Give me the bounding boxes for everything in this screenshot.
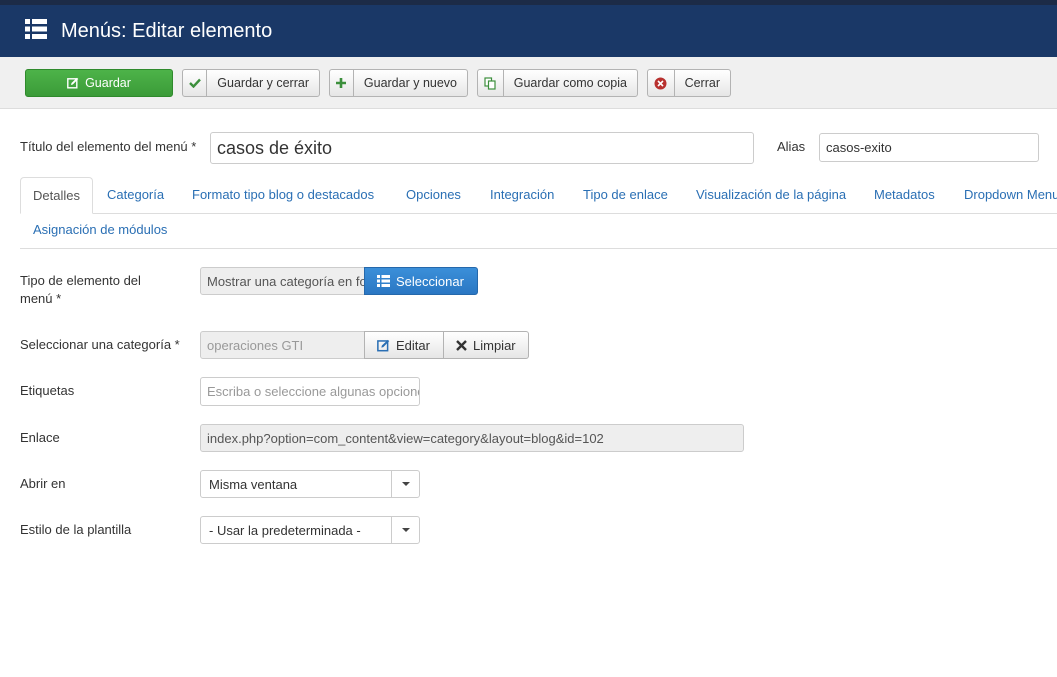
close-circle-icon bbox=[654, 77, 667, 89]
open-in-select[interactable]: Misma ventana bbox=[200, 470, 420, 498]
list-icon bbox=[25, 19, 47, 39]
toolbar: Guardar Guardar y cerrar Guardar y nuevo… bbox=[0, 57, 1057, 109]
chevron-down-icon bbox=[391, 517, 419, 543]
tags-label: Etiquetas bbox=[20, 383, 75, 398]
times-icon bbox=[456, 339, 467, 351]
page-header: Menús: Editar elemento bbox=[0, 5, 1057, 57]
edit-category-label: Editar bbox=[396, 337, 430, 353]
menu-type-field: Mostrar una categoría en forma de blog bbox=[200, 267, 366, 295]
tab-metadatos[interactable]: Metadatos bbox=[874, 187, 935, 202]
save-close-label: Guardar y cerrar bbox=[217, 76, 309, 90]
template-style-select[interactable]: - Usar la predeterminada - bbox=[200, 516, 420, 544]
type-label-line2: menú * bbox=[20, 291, 62, 306]
category-field: operaciones GTI bbox=[200, 331, 365, 359]
title-label: Título del elemento del menú * bbox=[20, 139, 197, 154]
edit-category-button[interactable]: Editar bbox=[364, 331, 444, 359]
list-icon bbox=[377, 275, 390, 287]
tab-categoria[interactable]: Categoría bbox=[107, 187, 164, 202]
tabs-divider-2 bbox=[20, 248, 1057, 249]
close-button[interactable]: Cerrar bbox=[647, 69, 731, 97]
open-in-label: Abrir en bbox=[20, 476, 66, 491]
tab-tipo-enlace[interactable]: Tipo de enlace bbox=[583, 187, 668, 202]
select-type-label: Seleccionar bbox=[396, 273, 464, 289]
title-input[interactable]: casos de éxito bbox=[210, 132, 754, 164]
copy-icon bbox=[484, 76, 496, 90]
open-in-value: Misma ventana bbox=[209, 476, 298, 492]
alias-input[interactable]: casos-exito bbox=[819, 133, 1039, 162]
save-copy-label: Guardar como copia bbox=[513, 76, 627, 90]
link-label: Enlace bbox=[20, 430, 60, 445]
chevron-down-icon bbox=[391, 471, 419, 497]
close-label: Cerrar bbox=[684, 76, 720, 90]
clear-category-button[interactable]: Limpiar bbox=[443, 331, 529, 359]
tab-dropdown-menu[interactable]: Dropdown Menu bbox=[964, 187, 1057, 202]
save-label: Guardar bbox=[85, 76, 131, 90]
type-label-line1: Tipo de elemento del bbox=[20, 273, 141, 288]
save-new-button[interactable]: Guardar y nuevo bbox=[329, 69, 468, 97]
tab-visualizacion[interactable]: Visualización de la página bbox=[696, 187, 846, 202]
tab-opciones[interactable]: Opciones bbox=[406, 187, 461, 202]
save-close-button[interactable]: Guardar y cerrar bbox=[182, 69, 320, 97]
tab-asignacion-modulos[interactable]: Asignación de módulos bbox=[33, 222, 167, 237]
save-button[interactable]: Guardar bbox=[25, 69, 173, 97]
plus-icon bbox=[336, 78, 347, 88]
template-style-label: Estilo de la plantilla bbox=[20, 522, 132, 537]
save-copy-button[interactable]: Guardar como copia bbox=[477, 69, 638, 97]
edit-icon bbox=[377, 339, 390, 351]
select-type-button[interactable]: Seleccionar bbox=[364, 267, 478, 295]
tab-integracion[interactable]: Integración bbox=[490, 187, 554, 202]
alias-label: Alias bbox=[777, 139, 806, 154]
clear-category-label: Limpiar bbox=[473, 337, 516, 353]
page-title: Menús: Editar elemento bbox=[61, 20, 273, 42]
tab-formato-blog[interactable]: Formato tipo blog o destacados bbox=[192, 187, 374, 202]
template-style-value: - Usar la predeterminada - bbox=[209, 522, 361, 538]
check-icon bbox=[188, 78, 201, 88]
edit-icon bbox=[67, 77, 79, 89]
tabs-divider bbox=[20, 213, 1057, 214]
link-field: index.php?option=com_content&view=catego… bbox=[200, 424, 744, 452]
tab-detalles[interactable]: Detalles bbox=[20, 177, 93, 214]
save-new-label: Guardar y nuevo bbox=[363, 76, 457, 90]
category-label: Seleccionar una categoría * bbox=[20, 337, 180, 352]
tags-input[interactable]: Escriba o seleccione algunas opciones bbox=[200, 377, 420, 406]
